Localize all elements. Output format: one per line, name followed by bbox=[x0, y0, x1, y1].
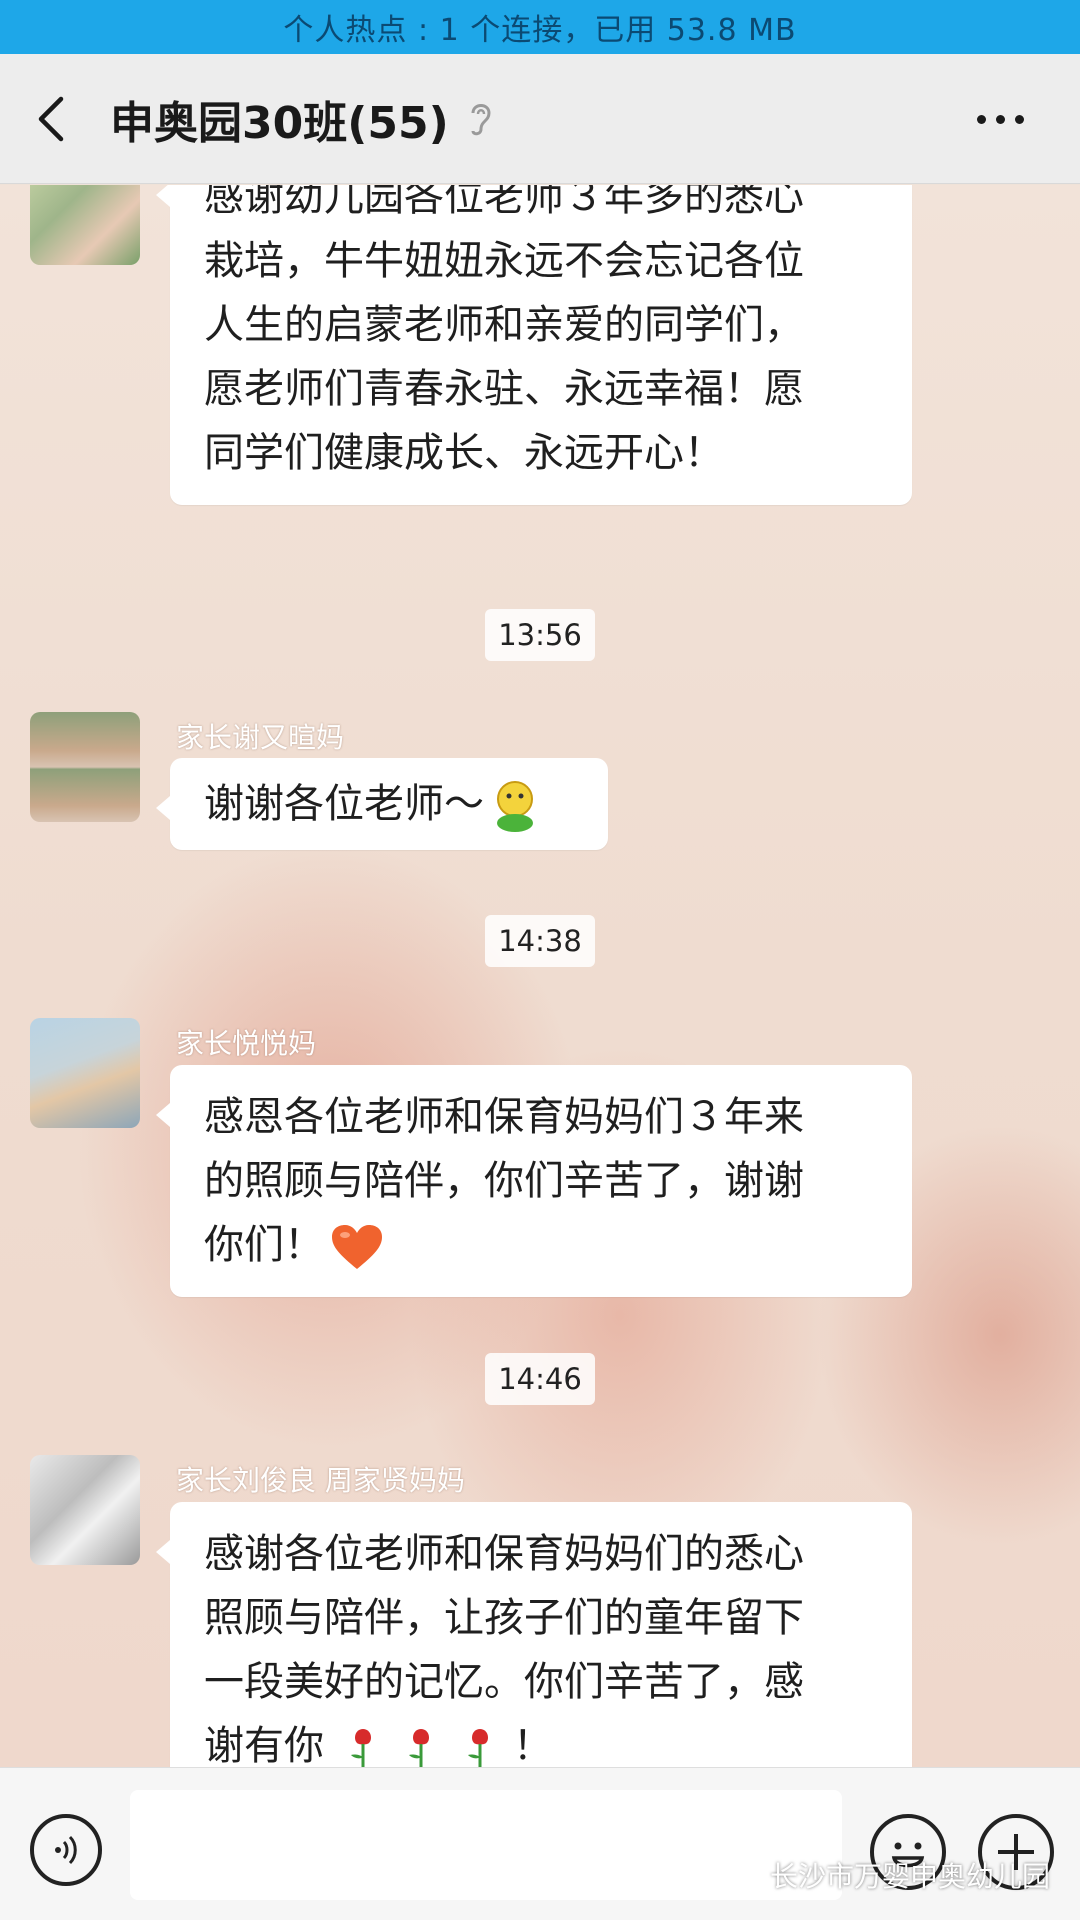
message-bubble[interactable]: 感谢幼儿园各位老师３年多的悉心 栽培，牛牛妞妞永远不会忘记各位 人生的启蒙老师和… bbox=[156, 185, 912, 505]
wechat-logo-icon bbox=[722, 1860, 762, 1889]
message-text-line: 照顾与陪伴，让孩子们的童年留下 bbox=[204, 1595, 804, 1641]
message-input-bar bbox=[0, 1767, 1080, 1920]
more-options-button[interactable] bbox=[960, 94, 1040, 144]
wechat-watermark: 长沙市万婴申奥幼儿园 bbox=[722, 1855, 1050, 1895]
chat-title-bar: 申奥园30班(55) bbox=[0, 54, 1080, 184]
rose-icon bbox=[350, 1729, 371, 1767]
smile-figure-icon bbox=[497, 781, 533, 832]
message-text-line: 谢谢各位老师～ bbox=[204, 772, 574, 836]
message-text-line: 感恩各位老师和保育妈妈们３年来 bbox=[204, 1094, 804, 1140]
more-dot-icon bbox=[995, 114, 1005, 124]
more-dot-icon bbox=[976, 114, 986, 124]
sender-name: 家长谢又暄妈 bbox=[176, 721, 345, 754]
chat-message-list[interactable]: 感谢幼儿园各位老师３年多的悉心 栽培，牛牛妞妞永远不会忘记各位 人生的启蒙老师和… bbox=[0, 185, 1080, 1767]
message-text-line: 愿老师们青春永驻、永远幸福！愿 bbox=[204, 366, 804, 412]
message-text-line: 你们！ bbox=[204, 1213, 878, 1277]
message-timestamp: 14:46 bbox=[485, 1353, 595, 1405]
message-text-line: 感谢幼儿园各位老师３年多的悉心 bbox=[204, 185, 804, 220]
avatar[interactable] bbox=[30, 1018, 140, 1128]
message-text-line: 栽培，牛牛妞妞永远不会忘记各位 bbox=[204, 238, 804, 284]
message-text-line: 的照顾与陪伴，你们辛苦了，谢谢 bbox=[204, 1158, 804, 1204]
voice-input-button[interactable] bbox=[30, 1814, 102, 1886]
message-text-line: 人生的启蒙老师和亲爱的同学们， bbox=[204, 302, 804, 348]
hotspot-status-text: 个人热点 : 1 个连接，已用 53.8 MB bbox=[283, 13, 797, 48]
avatar[interactable] bbox=[30, 712, 140, 822]
avatar[interactable] bbox=[30, 185, 140, 265]
watermark-text: 长沙市万婴申奥幼儿园 bbox=[769, 1860, 1050, 1893]
avatar[interactable] bbox=[30, 1455, 140, 1565]
status-bar: 个人热点 : 1 个连接，已用 53.8 MB bbox=[0, 0, 1080, 54]
sender-name: 家长悦悦妈 bbox=[176, 1027, 317, 1060]
message-text-line: 感谢各位老师和保育妈妈们的悉心 bbox=[204, 1531, 804, 1577]
message-text-line: 同学们健康成长、永远开心！ bbox=[204, 430, 724, 476]
message-text-line: 谢有你 ！ bbox=[204, 1714, 878, 1767]
back-button[interactable] bbox=[0, 54, 100, 184]
chat-title: 申奥园30班(55) bbox=[110, 97, 449, 149]
message-timestamp: 13:56 bbox=[485, 609, 595, 661]
message-bubble[interactable]: 感谢各位老师和保育妈妈们的悉心 照顾与陪伴，让孩子们的童年留下 一段美好的记忆。… bbox=[156, 1502, 912, 1767]
message-timestamp: 14:38 bbox=[485, 915, 595, 967]
sender-name: 家长刘俊良 周家贤妈妈 bbox=[176, 1464, 465, 1497]
voice-icon bbox=[55, 1835, 77, 1865]
chevron-left-icon bbox=[38, 96, 64, 141]
message-bubble[interactable]: 谢谢各位老师～ bbox=[156, 758, 608, 850]
earpiece-mode-icon bbox=[467, 99, 493, 139]
more-dot-icon bbox=[1014, 114, 1024, 124]
rose-icon bbox=[468, 1729, 489, 1767]
message-text-line: 一段美好的记忆。你们辛苦了，感 bbox=[204, 1659, 804, 1705]
heart-icon bbox=[332, 1225, 382, 1269]
message-bubble[interactable]: 感恩各位老师和保育妈妈们３年来 的照顾与陪伴，你们辛苦了，谢谢 你们！ bbox=[156, 1065, 912, 1297]
rose-icon bbox=[409, 1729, 430, 1767]
